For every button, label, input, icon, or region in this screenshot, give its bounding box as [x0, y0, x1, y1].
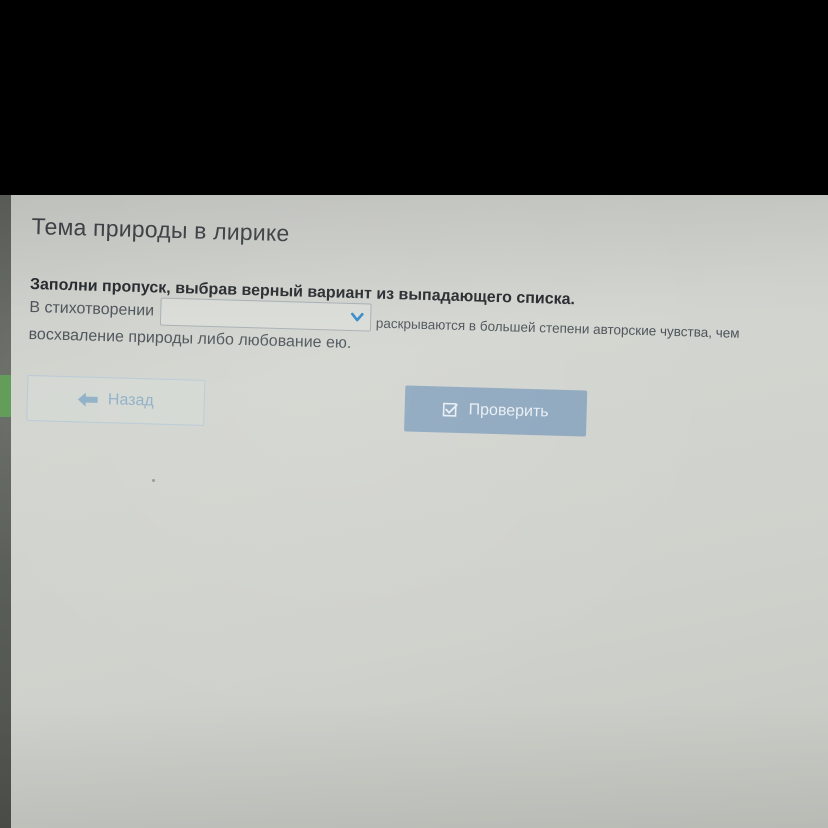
sentence-before: В стихотворении	[29, 298, 155, 320]
check-button[interactable]: Проверить	[404, 385, 588, 437]
action-buttons: Назад Проверить	[26, 374, 817, 457]
arrow-left-icon	[77, 392, 98, 407]
chevron-down-icon	[350, 312, 364, 322]
page-title: Тема природы в лирике	[31, 213, 290, 247]
dust-speck	[152, 479, 155, 482]
screen-left-edge	[0, 195, 11, 828]
browser-viewport: Тема природы в лирике Заполни пропуск, в…	[0, 195, 828, 828]
answer-dropdown[interactable]	[159, 297, 372, 332]
lesson-content: Тема природы в лирике Заполни пропуск, в…	[26, 213, 822, 457]
back-button[interactable]: Назад	[26, 374, 206, 426]
checkbox-checked-icon	[442, 402, 458, 417]
side-indicator	[0, 375, 11, 417]
back-button-label: Назад	[107, 391, 154, 410]
check-button-label: Проверить	[468, 401, 549, 421]
